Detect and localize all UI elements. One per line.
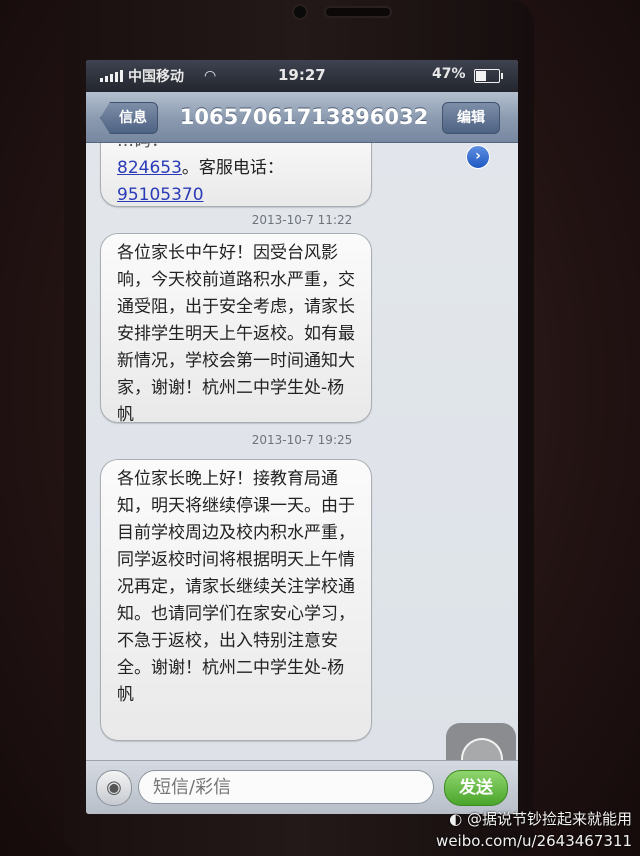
watermark-handle: @据说节钞捡起来就能用 — [466, 810, 632, 828]
message-bubble[interactable]: 各位家长晚上好！接教育局通知，明天将继续停课一天。由于目前学校周边及校内积水严重… — [100, 459, 372, 741]
message-text: 824653。客服电话： 95105370 — [117, 155, 359, 209]
message-input[interactable] — [138, 770, 434, 804]
message-text: 各位家长中午好！因受台风影响，今天校前道路积水严重，交通受阻，出于安全考虑，请家… — [117, 243, 355, 425]
phone-screen: 中国移动 ◠ 19:27 47% 信息 10657061713896032 编辑… — [86, 60, 518, 814]
battery-percentage: 47% — [432, 66, 466, 82]
carrier-name: 中国移动 — [128, 69, 184, 85]
verification-code-link[interactable]: 824653 — [117, 158, 182, 178]
back-button[interactable]: 信息 — [100, 102, 158, 134]
signal-strength-icon — [100, 70, 123, 82]
status-bar: 中国移动 ◠ 19:27 47% — [86, 60, 518, 92]
front-camera — [294, 6, 306, 18]
message-text-partial: …码： — [117, 143, 359, 155]
edit-button[interactable]: 编辑 — [442, 102, 500, 134]
battery-icon — [474, 69, 503, 83]
message-bubble[interactable]: 各位家长中午好！因受台风影响，今天校前道路积水严重，交通受阻，出于安全考虑，请家… — [100, 233, 372, 425]
chevron-right-icon[interactable]: › — [466, 145, 490, 169]
phone-number-link[interactable]: 95105370 — [117, 185, 204, 205]
conversation-title: 10657061713896032 — [179, 105, 429, 129]
send-button[interactable]: 发送 — [444, 770, 508, 806]
wifi-icon: ◠ — [204, 68, 217, 84]
message-bubble[interactable]: …码： 824653。客服电话： 95105370 — [100, 143, 372, 207]
status-clock: 19:27 — [278, 66, 326, 84]
message-timestamp: 2013-10-7 11:22 — [251, 213, 353, 227]
navigation-bar: 信息 10657061713896032 编辑 — [86, 92, 518, 143]
watermark-url: weibo.com/u/2643467311 — [436, 832, 632, 850]
earpiece-speaker — [326, 8, 390, 16]
weibo-watermark: ◐ @据说节钞捡起来就能用 weibo.com/u/2643467311 — [436, 808, 632, 852]
compose-bar: ◉ 发送 — [86, 760, 518, 814]
assistive-touch-icon[interactable] — [446, 723, 516, 760]
message-text: 各位家长晚上好！接教育局通知，明天将继续停课一天。由于目前学校周边及校内积水严重… — [117, 469, 355, 705]
weibo-logo-icon: ◐ — [449, 810, 467, 828]
message-list[interactable]: …码： 824653。客服电话： 95105370 › 2013-10-7 11:… — [86, 143, 518, 760]
message-timestamp: 2013-10-7 19:25 — [251, 433, 353, 447]
message-text-fragment: 。客服电话： — [181, 158, 284, 178]
camera-icon[interactable]: ◉ — [96, 770, 132, 806]
